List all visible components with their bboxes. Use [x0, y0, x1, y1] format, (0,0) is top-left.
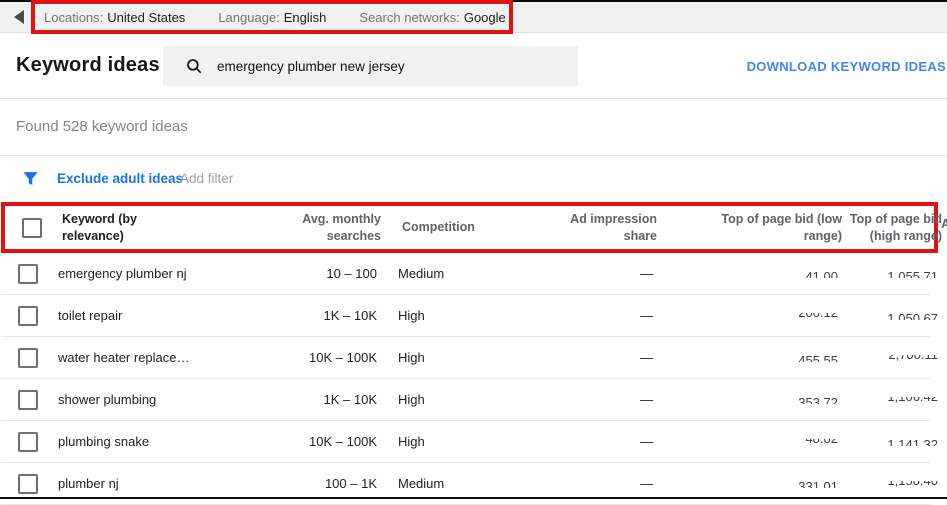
locations-value: United States — [107, 10, 185, 25]
language-label: Language: — [218, 10, 279, 25]
select-all-checkbox[interactable] — [22, 218, 42, 238]
row-checkbox[interactable] — [18, 306, 38, 326]
keyword-cell: emergency plumber nj — [41, 266, 241, 281]
competition-cell: Medium — [377, 266, 537, 281]
exclude-adult-ideas-filter[interactable]: Exclude adult ideas — [57, 156, 183, 202]
top-of-page-bid-high-cell: 1,106.42 — [838, 392, 938, 407]
avg-monthly-searches-cell: 10K – 100K — [241, 434, 377, 449]
table-row: water heater replace…10K – 100KHigh—455.… — [1, 337, 930, 379]
ad-impression-share-cell: — — [537, 350, 653, 365]
results-summary: Found 528 keyword ideas — [16, 99, 188, 155]
search-networks-value: Google — [464, 10, 506, 25]
ad-impression-share-cell: — — [537, 434, 653, 449]
table-row: toilet repair1K – 10KHigh—200.121,050.67 — [1, 295, 930, 337]
row-checkbox[interactable] — [18, 474, 38, 494]
column-header-keyword[interactable]: Keyword (by relevance) — [45, 211, 245, 244]
top-of-page-bid-high-cell: 1,141.32 — [838, 434, 938, 449]
column-header-top-of-page-bid-high[interactable]: Top of page bid (high range) — [842, 211, 942, 244]
competition-cell: Medium — [377, 476, 537, 491]
avg-monthly-searches-cell: 10 – 100 — [241, 266, 377, 281]
top-of-page-bid-low-cell: 331.01 — [653, 476, 838, 491]
keyword-cell: water heater replace… — [41, 350, 241, 365]
keyword-cell: plumbing snake — [41, 434, 241, 449]
competition-cell: High — [377, 434, 537, 449]
top-of-page-bid-low-cell: 353.72 — [653, 392, 838, 407]
column-header-avg-monthly-searches[interactable]: Avg. monthly searches — [245, 211, 381, 244]
add-filter-button[interactable]: Add filter — [180, 156, 233, 202]
ad-impression-share-cell: — — [537, 392, 653, 407]
column-header-ad-impression-share[interactable]: Ad impression share — [541, 211, 657, 244]
page-title: Keyword ideas — [16, 33, 160, 98]
locations-label: Locations: — [44, 10, 103, 25]
avg-monthly-searches-cell: 10K – 100K — [241, 350, 377, 365]
avg-monthly-searches-cell: 100 – 1K — [241, 476, 377, 491]
table-row: plumbing snake10K – 100KHigh—48.021,141.… — [1, 421, 930, 463]
ad-impression-share-cell: — — [537, 266, 653, 281]
search-networks-label: Search networks: — [359, 10, 459, 25]
competition-cell: High — [377, 308, 537, 323]
row-checkbox[interactable] — [18, 264, 38, 284]
avg-monthly-searches-cell: 1K – 10K — [241, 392, 377, 407]
competition-cell: High — [377, 350, 537, 365]
keyword-search-input[interactable]: emergency plumber new jersey — [163, 46, 578, 86]
locations-setting[interactable]: Locations: United States — [44, 10, 185, 25]
column-header-competition[interactable]: Competition — [381, 219, 541, 235]
top-of-page-bid-low-cell: 200.12 — [653, 308, 838, 323]
top-of-page-bid-high-cell: 1,150.40 — [838, 476, 938, 491]
column-header-top-of-page-bid-low[interactable]: Top of page bid (low range) — [657, 211, 842, 244]
language-setting[interactable]: Language: English — [218, 10, 326, 25]
ad-impression-share-cell: — — [537, 476, 653, 491]
table-header-row: Keyword (by relevance) Avg. monthly sear… — [5, 211, 934, 244]
annotation-highlight-topbar: Locations: United States Language: English… — [31, 0, 513, 34]
avg-monthly-searches-cell: 1K – 10K — [241, 308, 377, 323]
filter-bar: Exclude adult ideas Add filter — [0, 156, 947, 202]
next-column-header-partial: A — [941, 216, 947, 231]
keyword-table-body: emergency plumber nj10 – 100Medium—41.00… — [1, 253, 930, 505]
table-row: emergency plumber nj10 – 100Medium—41.00… — [1, 253, 930, 295]
top-of-page-bid-low-cell: 455.55 — [653, 350, 838, 365]
keyword-cell: toilet repair — [41, 308, 241, 323]
search-icon — [185, 57, 203, 75]
top-of-page-bid-high-cell: 2,700.11 — [838, 350, 938, 365]
top-of-page-bid-high-cell: 1,050.67 — [838, 308, 938, 323]
row-checkbox[interactable] — [18, 348, 38, 368]
keyword-cell: shower plumbing — [41, 392, 241, 407]
competition-cell: High — [377, 392, 537, 407]
search-query-text: emergency plumber new jersey — [217, 59, 405, 74]
filter-funnel-icon[interactable] — [22, 170, 39, 187]
language-value: English — [284, 10, 327, 25]
annotation-highlight-table-header: Keyword (by relevance) Avg. monthly sear… — [1, 202, 938, 253]
ad-impression-share-cell: — — [537, 308, 653, 323]
download-keyword-ideas-button[interactable]: DOWNLOAD KEYWORD IDEAS — [747, 59, 946, 74]
row-checkbox[interactable] — [18, 390, 38, 410]
top-of-page-bid-low-cell: 48.02 — [653, 434, 838, 449]
top-of-page-bid-high-cell: 1,055.71 — [838, 266, 938, 281]
row-checkbox[interactable] — [18, 432, 38, 452]
table-row: shower plumbing1K – 10KHigh—353.721,106.… — [1, 379, 930, 421]
top-of-page-bid-low-cell: 41.00 — [653, 266, 838, 281]
back-arrow-icon[interactable] — [14, 10, 24, 24]
search-networks-setting[interactable]: Search networks: Google — [359, 10, 505, 25]
keyword-cell: plumber nj — [41, 476, 241, 491]
